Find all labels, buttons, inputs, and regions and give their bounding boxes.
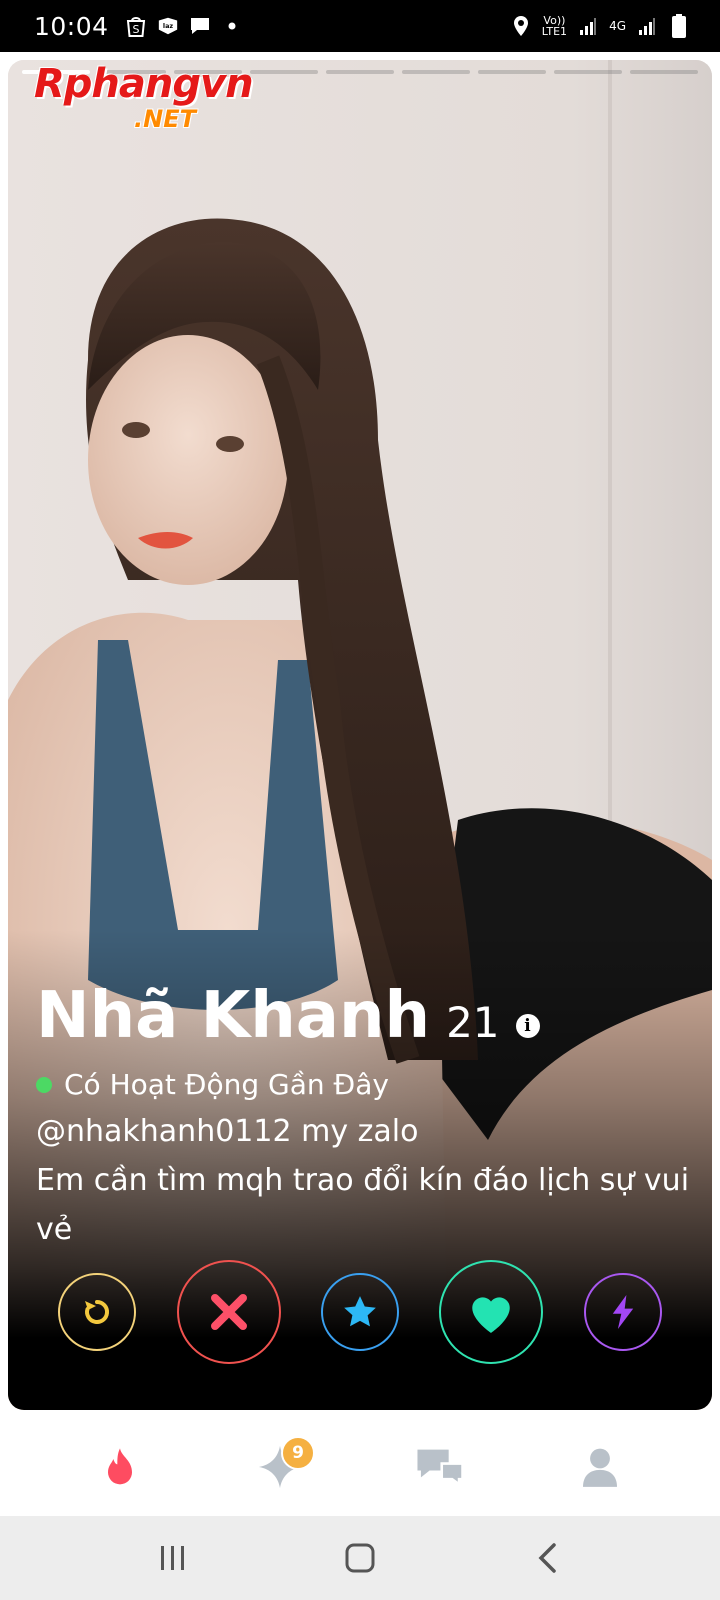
volte-indicator: Vo)) LTE1 [542, 15, 567, 37]
signal-icon [636, 15, 658, 37]
nav-discover[interactable] [85, 1432, 155, 1502]
svg-text:laz: laz [162, 22, 173, 30]
online-dot-icon [36, 1076, 52, 1093]
home-button[interactable] [330, 1528, 390, 1588]
action-bar [8, 1258, 712, 1366]
back-button[interactable] [517, 1528, 577, 1588]
bottom-nav: 9 [0, 1418, 720, 1516]
heart-icon [472, 1297, 511, 1333]
dot-icon [221, 15, 243, 37]
home-icon [345, 1543, 375, 1573]
photo-progress-segment [326, 70, 394, 74]
recents-button[interactable] [143, 1528, 203, 1588]
rewind-icon [85, 1299, 110, 1324]
watermark-suffix: .NET [134, 105, 196, 133]
super-like-button[interactable] [320, 1273, 399, 1351]
lightning-icon [612, 1295, 633, 1329]
battery-icon [668, 14, 690, 38]
info-icon[interactable]: i [515, 1014, 540, 1038]
boost-button[interactable] [583, 1273, 662, 1351]
profile-info[interactable]: Nhã Khanh 21 i Có Hoạt Động Gần Đây @nha… [36, 978, 692, 1254]
profile-bio: @nhakhanh0112 my zalo Em cần tìm mqh tra… [36, 1107, 692, 1254]
signal-icon [577, 15, 599, 37]
photo-progress-segment [554, 70, 622, 74]
name-row: Nhã Khanh 21 i [36, 978, 692, 1054]
profile-name: Nhã Khanh [36, 979, 431, 1053]
nope-button[interactable] [176, 1260, 281, 1364]
likes-badge: 9 [281, 1436, 315, 1470]
lte-label: LTE1 [541, 25, 568, 38]
nav-messages[interactable] [405, 1432, 475, 1502]
status-bar: 10:04 S laz Vo)) LTE1 4G [0, 0, 720, 52]
profile-age: 21 [446, 998, 500, 1047]
chat-icon [417, 1449, 464, 1487]
star-icon [344, 1296, 376, 1327]
bio-line: @nhakhanh0112 my zalo [36, 1114, 419, 1149]
flame-icon [108, 1448, 132, 1485]
system-nav-bar [0, 1516, 720, 1600]
watermark-logo: Rphangvn .NET [34, 61, 254, 133]
profile-card[interactable]: Rphangvn .NET Nhã Khanh 21 i Có Hoạt Độn… [8, 60, 712, 1410]
4g-label: 4G [609, 18, 626, 33]
bio-line: Em cần tìm mqh trao đổi kín đáo lịch sự … [36, 1163, 690, 1247]
photo-progress-segment [478, 70, 546, 74]
photo-progress-segment [402, 70, 470, 74]
close-icon [210, 1294, 247, 1330]
recents-icon [161, 1546, 185, 1570]
back-icon [538, 1543, 556, 1573]
watermark-main: Rphangvn [34, 61, 254, 107]
status-left: 10:04 S laz [34, 12, 243, 41]
activity-row: Có Hoạt Động Gần Đây [36, 1068, 692, 1101]
like-button[interactable] [439, 1260, 544, 1364]
nav-profile[interactable] [565, 1432, 635, 1502]
nav-likes[interactable]: 9 [245, 1432, 315, 1502]
svg-text:S: S [132, 23, 139, 36]
status-time: 10:04 [34, 11, 109, 41]
shopee-icon: S [125, 15, 147, 37]
status-right: Vo)) LTE1 4G [510, 14, 690, 38]
user-icon [583, 1448, 617, 1487]
message-icon [189, 15, 211, 37]
lazada-icon: laz [157, 15, 179, 37]
rewind-button[interactable] [58, 1273, 137, 1351]
photo-progress-segment [250, 70, 318, 74]
activity-status: Có Hoạt Động Gần Đây [64, 1068, 389, 1101]
location-icon [510, 15, 532, 37]
photo-progress-segment [630, 70, 698, 74]
